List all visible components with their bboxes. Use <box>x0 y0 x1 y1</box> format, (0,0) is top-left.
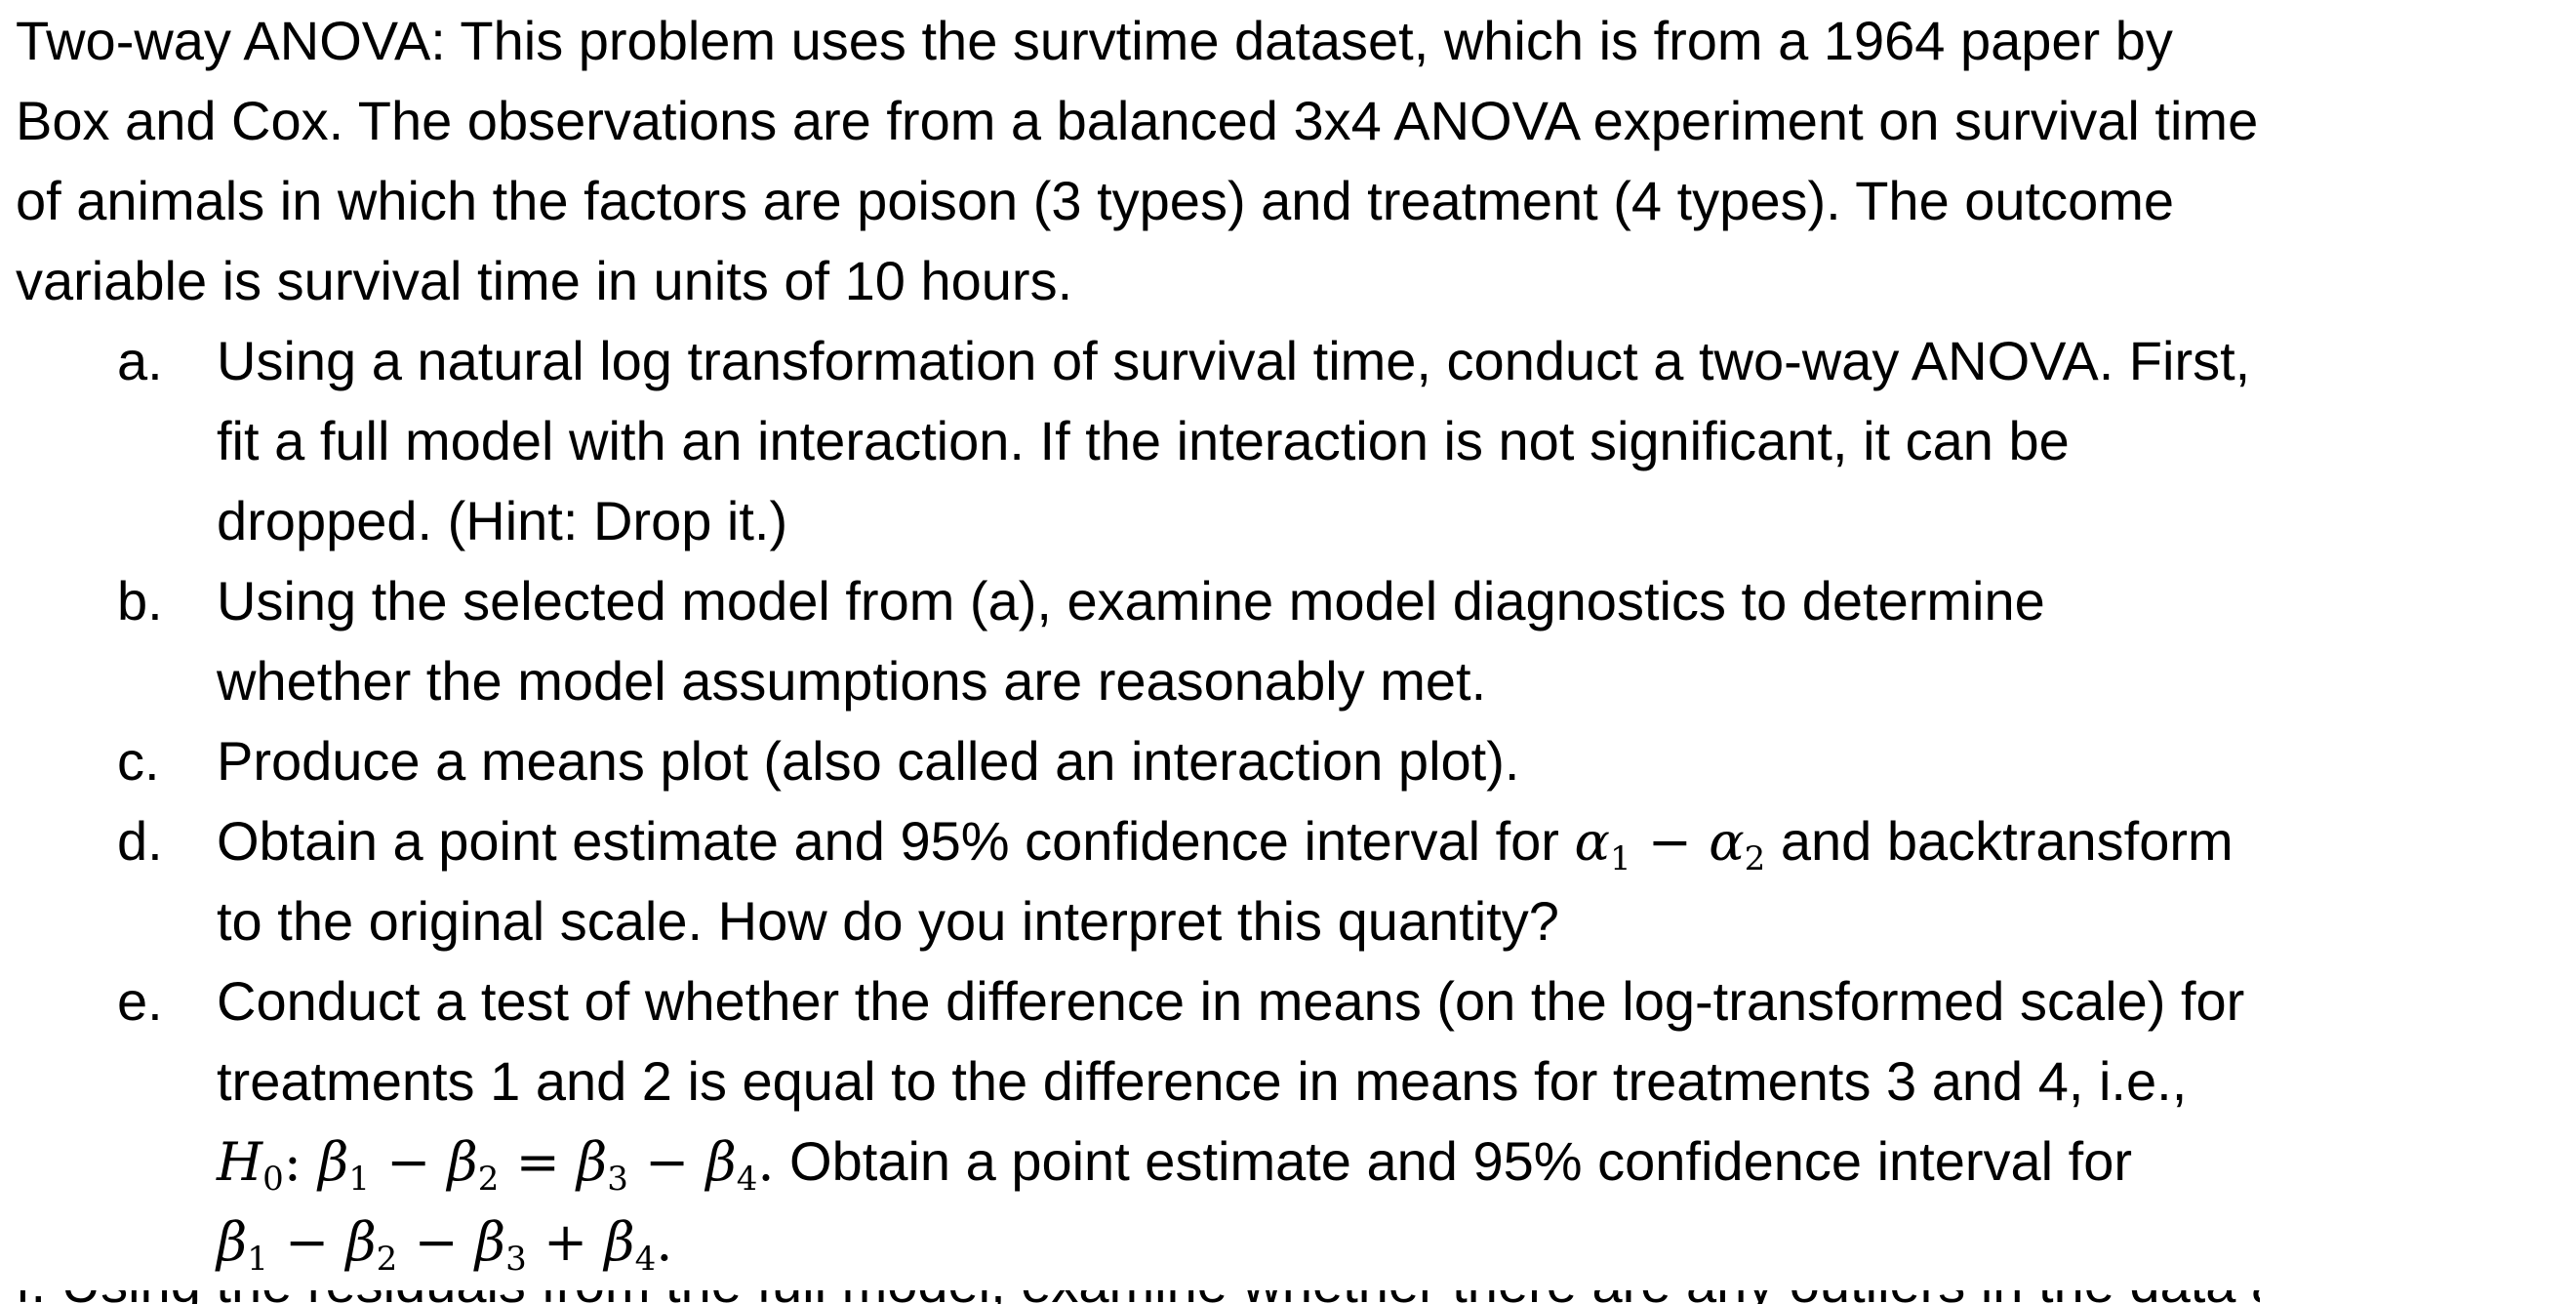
item-e-line-2: treatments 1 and 2 is equal to the diffe… <box>217 1050 2188 1112</box>
truncated-next-line-text: f. Using the residuals from the full mod… <box>16 1290 2260 1304</box>
truncated-next-line: f. Using the residuals from the full mod… <box>16 1290 2260 1304</box>
document-page: Two-way ANOVA: This problem uses the sur… <box>0 0 2576 1304</box>
item-a-line-2: fit a full model with an interaction. If… <box>217 410 2070 471</box>
item-d-marker: d. <box>117 810 163 872</box>
alpha-difference-formula: α1 − α2 <box>1574 811 1766 878</box>
item-b-line-1: Using the selected model from (a), exami… <box>217 570 2045 632</box>
item-a-marker: a. <box>117 330 163 391</box>
item-a-line-1: Using a natural log transformation of su… <box>217 330 2251 391</box>
intro-line-2: Box and Cox. The observations are from a… <box>16 90 2259 151</box>
item-d-line-1: Obtain a point estimate and 95% confiden… <box>217 814 2234 876</box>
item-b-line-2: whether the model assumptions are reason… <box>217 650 1487 712</box>
item-e-marker: e. <box>117 970 163 1032</box>
null-hypothesis-formula: H0: β1 − β2 = β3 − β4. <box>217 1131 775 1199</box>
item-e-line-4: β1 − β2 − β3 + β4. <box>217 1214 672 1277</box>
intro-line-3: of animals in which the factors are pois… <box>16 170 2175 231</box>
item-d-text-after: and backtransform <box>1765 810 2234 872</box>
item-c-marker: c. <box>117 730 160 792</box>
item-e-line-3: H0: β1 − β2 = β3 − β4. Obtain a point es… <box>217 1134 2132 1197</box>
item-b-marker: b. <box>117 570 163 632</box>
intro-line-4: variable is survival time in units of 10… <box>16 250 1073 311</box>
item-a-line-3: dropped. (Hint: Drop it.) <box>217 490 788 551</box>
item-c-line-1: Produce a means plot (also called an int… <box>217 730 1520 792</box>
item-d-text-before: Obtain a point estimate and 95% confiden… <box>217 810 1575 872</box>
item-e-text-after: Obtain a point estimate and 95% confiden… <box>774 1130 2132 1192</box>
item-d-line-2: to the original scale. How do you interp… <box>217 890 1559 952</box>
item-e-line-1: Conduct a test of whether the difference… <box>217 970 2245 1032</box>
intro-line-1: Two-way ANOVA: This problem uses the sur… <box>16 10 2173 71</box>
contrast-formula: β1 − β2 − β3 + β4. <box>217 1211 673 1279</box>
